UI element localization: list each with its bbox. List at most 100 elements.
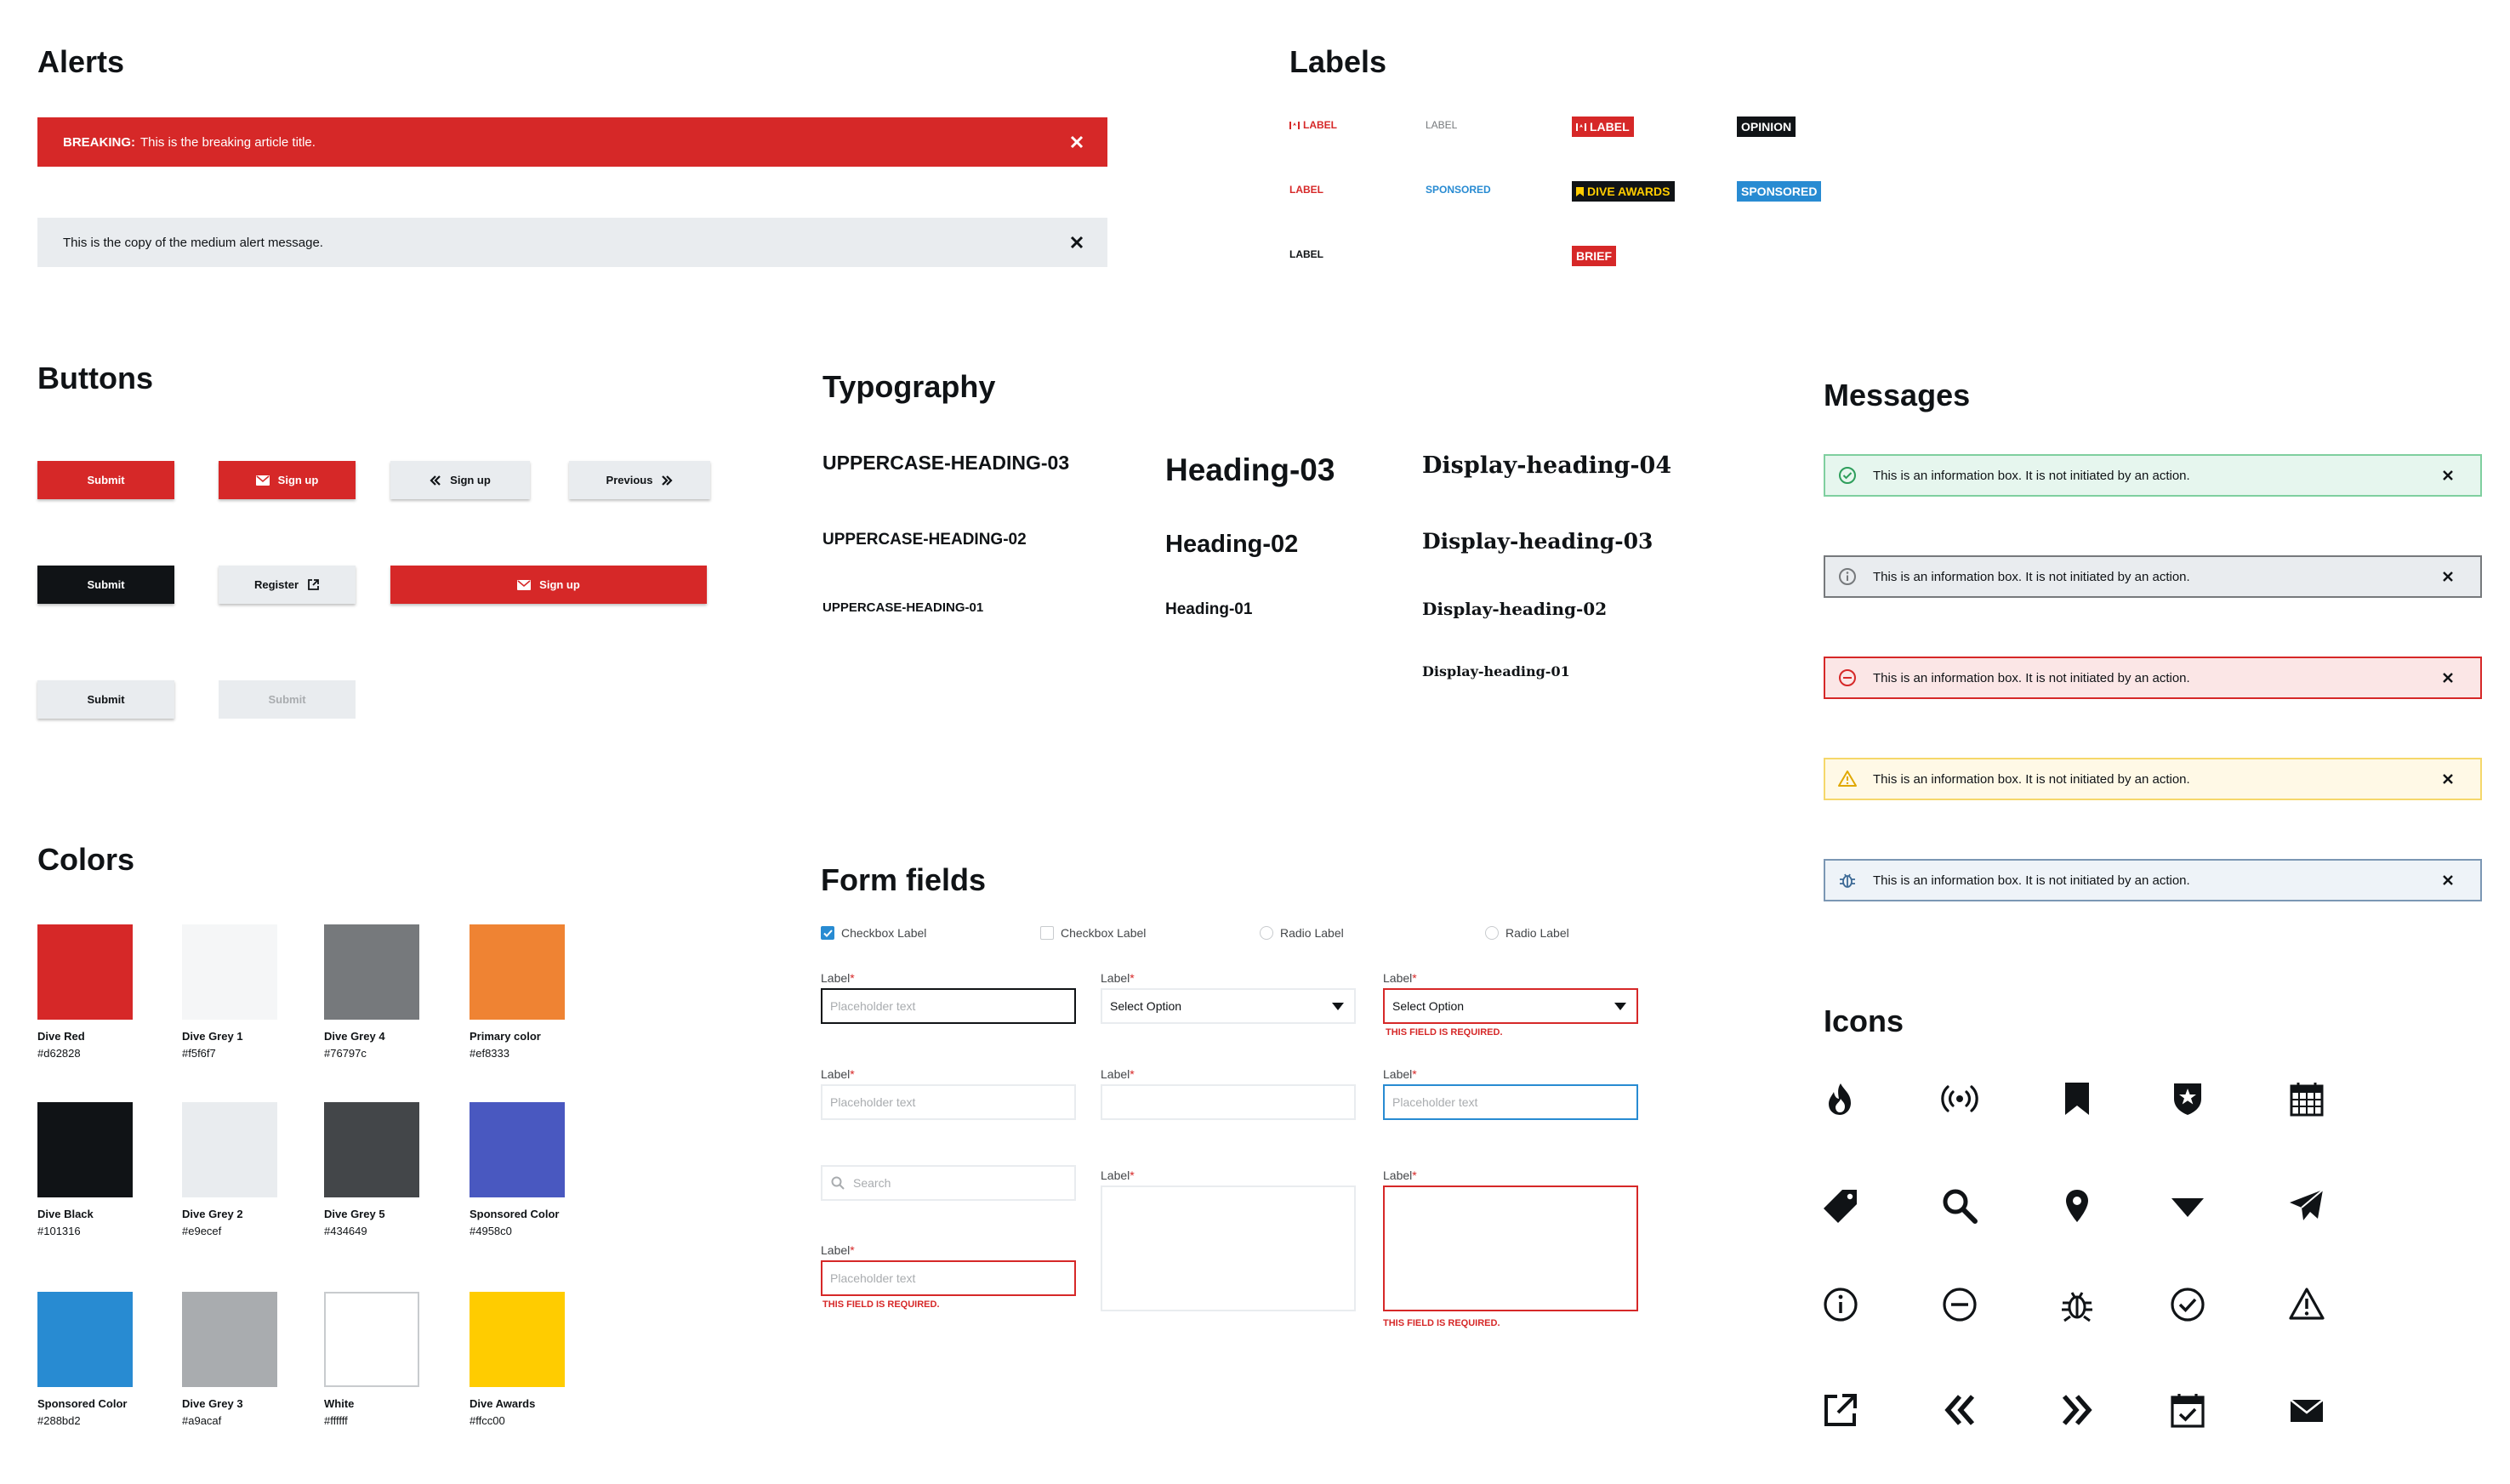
textarea[interactable] <box>1101 1185 1356 1311</box>
field-label: Label* <box>1383 1067 1417 1081</box>
color-hex: #d62828 <box>37 1047 81 1060</box>
uppercase-heading-01: UPPERCASE-HEADING-01 <box>822 600 984 615</box>
color-name: Dive Grey 3 <box>182 1397 243 1410</box>
flag-icon <box>1576 122 1586 131</box>
field-label: Label* <box>1383 1168 1417 1182</box>
submit-button-grey[interactable]: Submit <box>37 680 174 719</box>
message-error: This is an information box. It is not in… <box>1824 657 2482 699</box>
color-swatch <box>37 1292 133 1387</box>
color-swatch <box>324 1102 419 1197</box>
flag-icon <box>1289 121 1300 129</box>
bug-icon <box>1840 873 1855 888</box>
close-icon[interactable] <box>1067 232 1087 253</box>
warning-icon <box>2289 1288 2325 1320</box>
select-dropdown-error[interactable]: Select Option <box>1383 988 1638 1024</box>
color-hex: #4958c0 <box>470 1225 512 1237</box>
heading-03: Heading-03 <box>1165 452 1335 487</box>
color-swatch <box>182 1102 277 1197</box>
text-input-error[interactable]: Placeholder text <box>821 1260 1076 1296</box>
radio-button[interactable] <box>1260 926 1273 940</box>
color-name: Sponsored Color <box>37 1397 128 1410</box>
color-name: Primary color <box>470 1030 541 1043</box>
close-icon[interactable] <box>2439 467 2456 484</box>
chevrons-right-icon <box>662 475 674 486</box>
field-label: Label* <box>1383 971 1417 985</box>
calendar-check-icon <box>2171 1394 2205 1428</box>
close-icon[interactable] <box>2439 872 2456 889</box>
typography-title: Typography <box>822 369 996 404</box>
checkbox-label: Checkbox Label <box>1061 926 1147 940</box>
field-label: Label* <box>1101 971 1135 985</box>
submit-button-disabled[interactable]: Submit <box>219 680 356 719</box>
color-swatch <box>182 1292 277 1387</box>
color-hex: #76797c <box>324 1047 367 1060</box>
breaking-prefix: BREAKING: <box>63 134 135 150</box>
close-icon[interactable] <box>2439 770 2456 787</box>
checkbox-unchecked-box[interactable] <box>1040 926 1054 940</box>
color-name: Dive Grey 1 <box>182 1030 243 1043</box>
previous-button[interactable]: Previous <box>569 461 710 499</box>
radio-option-1[interactable]: Radio Label <box>1260 926 1344 940</box>
message-debug: This is an information box. It is not in… <box>1824 859 2482 901</box>
textarea-error[interactable] <box>1383 1185 1638 1311</box>
display-heading-04: Display-heading-04 <box>1422 452 1672 479</box>
field-label: Label* <box>1101 1168 1135 1182</box>
mail-icon <box>2290 1399 2324 1422</box>
submit-button-black[interactable]: Submit <box>37 566 174 604</box>
label-opinion: OPINION <box>1737 117 1796 137</box>
color-hex: #a9acaf <box>182 1414 222 1427</box>
buttons-title: Buttons <box>37 361 153 395</box>
message-success: This is an information box. It is not in… <box>1824 454 2482 497</box>
label-brief: BRIEF <box>1572 246 1616 266</box>
color-hex: #e9ecef <box>182 1225 222 1237</box>
color-swatch <box>470 1102 565 1197</box>
field-label: Label* <box>821 971 855 985</box>
breaking-alert: BREAKING: This is the breaking article t… <box>37 117 1107 167</box>
text-input-focused[interactable]: Placeholder text <box>1383 1084 1638 1120</box>
checkbox-checked[interactable]: Checkbox Label <box>821 926 926 940</box>
text-input-active[interactable]: Placeholder text <box>821 988 1076 1024</box>
checkbox-checked-box[interactable] <box>821 926 834 940</box>
color-hex: #ffffff <box>324 1414 348 1427</box>
sign-up-button-red[interactable]: Sign up <box>219 461 356 499</box>
search-icon <box>1943 1189 1978 1224</box>
text-input-empty[interactable] <box>1101 1084 1356 1120</box>
close-icon[interactable] <box>2439 568 2456 585</box>
select-dropdown[interactable]: Select Option <box>1101 988 1356 1024</box>
color-name: Sponsored Color <box>470 1208 560 1220</box>
display-heading-01: Display-heading-01 <box>1422 663 1570 679</box>
calendar-icon <box>2290 1083 2324 1117</box>
color-hex: #f5f6f7 <box>182 1047 216 1060</box>
color-hex: #101316 <box>37 1225 81 1237</box>
bookmark-icon <box>1576 186 1584 196</box>
external-link-icon <box>1824 1394 1857 1426</box>
error-message: THIS FIELD IS REQUIRED. <box>1383 1318 1500 1328</box>
search-input[interactable]: Search <box>821 1165 1076 1201</box>
label-sponsored-chip: SPONSORED <box>1737 181 1822 202</box>
sign-up-button-wide[interactable]: Sign up <box>390 566 707 604</box>
checkbox-label: Checkbox Label <box>841 926 927 940</box>
minus-circle-icon <box>1943 1288 1977 1322</box>
field-label: Label* <box>1101 1067 1135 1081</box>
close-icon[interactable] <box>1067 132 1087 152</box>
label-red-chip-flag: LABEL <box>1572 117 1634 137</box>
chevrons-left-icon <box>1944 1395 1975 1425</box>
search-icon <box>831 1176 845 1190</box>
text-input[interactable]: Placeholder text <box>821 1084 1076 1120</box>
medium-alert: This is the copy of the medium alert mes… <box>37 218 1107 267</box>
color-swatch <box>324 1292 419 1387</box>
sign-up-button-grey[interactable]: Sign up <box>390 461 530 499</box>
color-name: Dive Grey 4 <box>324 1030 385 1043</box>
field-label: Label* <box>821 1243 855 1257</box>
radio-button[interactable] <box>1485 926 1499 940</box>
error-message: THIS FIELD IS REQUIRED. <box>1386 1027 1503 1038</box>
submit-button-red[interactable]: Submit <box>37 461 174 499</box>
checkbox-unchecked[interactable]: Checkbox Label <box>1040 926 1146 940</box>
close-icon[interactable] <box>2439 669 2456 686</box>
label-sponsored-text: SPONSORED <box>1426 184 1491 196</box>
radio-option-2[interactable]: Radio Label <box>1485 926 1569 940</box>
messages-title: Messages <box>1824 378 1971 412</box>
color-name: Dive Red <box>37 1030 85 1043</box>
check-circle-icon <box>1839 467 1856 484</box>
register-button[interactable]: Register <box>219 566 356 604</box>
